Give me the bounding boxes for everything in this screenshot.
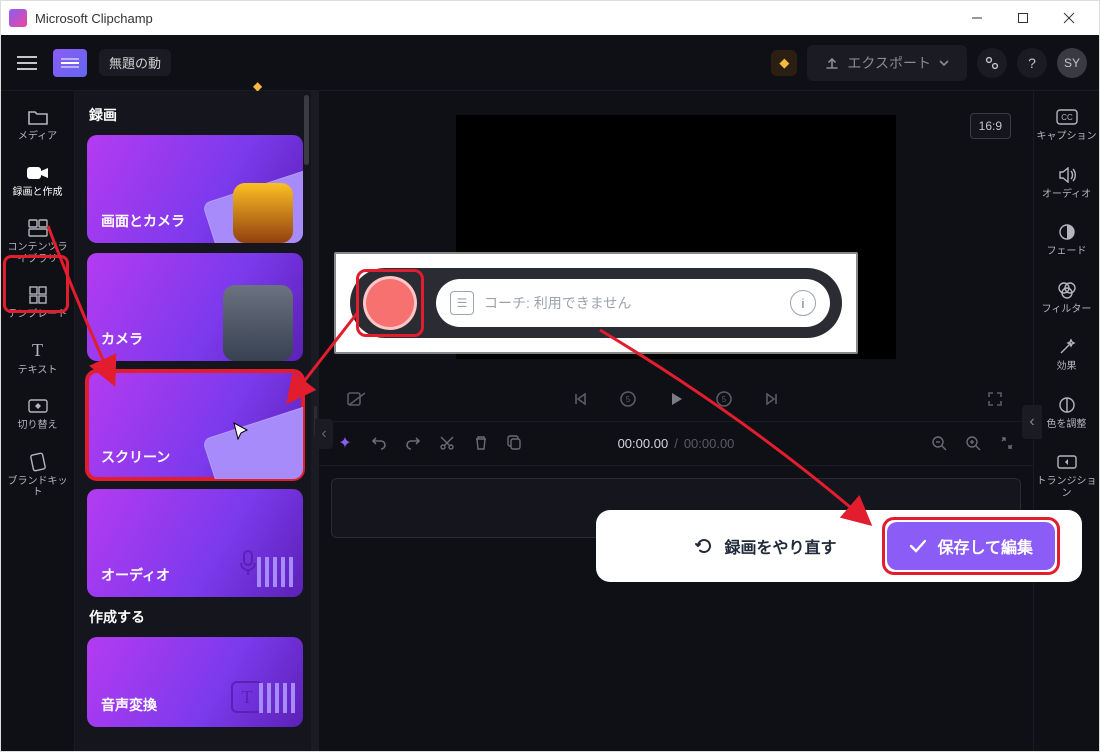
rrail-item-transition[interactable]: トランジション [1034,444,1099,509]
settings-icon[interactable] [977,48,1007,78]
grid-icon [26,285,50,305]
right-property-rail: ‹ CCキャプション オーディオ フェード フィルター 効果 色を調整 トランジ… [1033,91,1099,751]
video-camera-icon [26,163,50,183]
rrail-item-filter[interactable]: フィルター [1034,272,1099,326]
section-title-create: 作成する [89,607,311,627]
section-title-record: 録画 [89,105,311,125]
contrast-icon [1055,395,1079,415]
cursor-icon [231,421,253,449]
fullscreen-icon[interactable] [985,389,1005,409]
rewind-icon[interactable]: 5 [618,389,638,409]
upgrade-diamond-icon[interactable]: ◆ [771,50,797,76]
caption-icon: CC [1055,107,1079,127]
camera-off-icon[interactable] [347,389,367,409]
export-label: エクスポート [847,53,931,73]
expand-right-panel-button[interactable]: ‹ [1022,405,1042,439]
tile-screen[interactable]: スクリーン [87,371,303,479]
help-icon[interactable]: ? [1017,48,1047,78]
window-titlebar: Microsoft Clipchamp [1,1,1099,35]
coach-status: ☰ コーチ: 利用できません i [436,279,830,327]
text-icon: T [26,341,50,361]
tile-voice-convert[interactable]: T 音声変換 [87,637,303,727]
microphone-icon [237,549,259,583]
annotation-highlight: 保存して編集 [882,517,1060,575]
teleprompter-icon: ☰ [450,291,474,315]
skip-end-icon[interactable] [762,389,782,409]
svg-text:CC: CC [1061,113,1073,122]
window-minimize-button[interactable] [955,3,999,33]
forward-icon[interactable]: 5 [714,389,734,409]
side-panel: 録画 画面とカメラ カメラ スクリーン [75,91,311,751]
menu-button[interactable] [13,49,41,77]
rrail-item-caption[interactable]: CCキャプション [1034,99,1099,153]
redo-button[interactable] [403,433,423,453]
save-and-edit-button[interactable]: 保存して編集 [887,522,1055,570]
app-title: Microsoft Clipchamp [35,11,153,26]
rail-item-content-library[interactable]: コンテンツライブラリ [1,210,74,275]
timecode: 00:00.00 / 00:00.00 [618,436,735,451]
app-toolbar: ◆ ◆ エクスポート ? SY [1,35,1099,91]
fit-icon[interactable] [997,433,1017,453]
left-nav-rail: メディア 録画と作成 コンテンツライブラリ テンプレート T テキスト [1,91,75,751]
retry-recording-button[interactable]: 録画をやり直す [676,522,854,570]
info-icon[interactable]: i [790,290,816,316]
sparkle-icon[interactable]: ✦ [335,433,355,453]
chevron-down-icon [939,58,949,68]
record-button[interactable] [363,276,417,330]
rail-item-brand-kit[interactable]: ブランドキット [1,444,74,509]
rrail-item-fade[interactable]: フェード [1034,214,1099,268]
folder-icon [26,107,50,127]
undo-button[interactable] [369,433,389,453]
rail-item-text[interactable]: T テキスト [1,333,74,387]
rail-item-transition[interactable]: 切り替え [1,388,74,442]
recording-actions-bar: 録画をやり直す 保存して編集 [596,510,1082,582]
skip-start-icon[interactable] [570,389,590,409]
scrollbar[interactable] [304,95,309,165]
tile-camera[interactable]: カメラ [87,253,303,361]
filter-icon [1055,280,1079,300]
speaker-icon [1055,165,1079,185]
svg-text:5: 5 [626,395,631,404]
rrail-item-audio[interactable]: オーディオ [1034,157,1099,211]
upload-icon [825,56,839,70]
rrail-item-effects[interactable]: 効果 [1034,329,1099,383]
rrail-item-adjust-color[interactable]: 色を調整 [1034,387,1099,441]
copy-icon[interactable] [505,433,525,453]
rail-item-media[interactable]: メディア [1,99,74,153]
zoom-out-icon[interactable] [929,433,949,453]
rail-item-record-create[interactable]: 録画と作成 [1,155,74,209]
project-title-input[interactable] [99,49,171,76]
rail-item-templates[interactable]: テンプレート [1,277,74,331]
zoom-in-icon[interactable] [963,433,983,453]
window-close-button[interactable] [1047,3,1091,33]
annotation-highlight [356,269,424,337]
wand-icon [1055,337,1079,357]
cut-icon[interactable] [437,433,457,453]
trash-icon[interactable] [471,433,491,453]
library-icon [26,218,50,238]
aspect-ratio-button[interactable]: 16:9 [970,113,1011,139]
svg-text:5: 5 [722,395,727,404]
export-button[interactable]: エクスポート [807,45,967,81]
refresh-icon [694,536,714,556]
playback-controls: 5 5 [319,377,1033,421]
transition-icon [1055,452,1079,472]
recording-controls-overlay: ☰ コーチ: 利用できません i [334,252,858,354]
app-icon [9,9,27,27]
tile-screen-and-camera[interactable]: 画面とカメラ [87,135,303,243]
timeline-toolbar: ✦ 00:00.00 / 00:00.00 [319,421,1033,465]
timeline-area[interactable] [319,465,1033,752]
play-button[interactable] [666,389,686,409]
tile-audio[interactable]: オーディオ [87,489,303,597]
project-icon [53,49,87,77]
window-maximize-button[interactable] [1001,3,1045,33]
brand-icon [26,452,50,472]
check-icon [909,539,927,553]
transition-icon [26,396,50,416]
user-avatar[interactable]: SY [1057,48,1087,78]
fade-icon [1055,222,1079,242]
